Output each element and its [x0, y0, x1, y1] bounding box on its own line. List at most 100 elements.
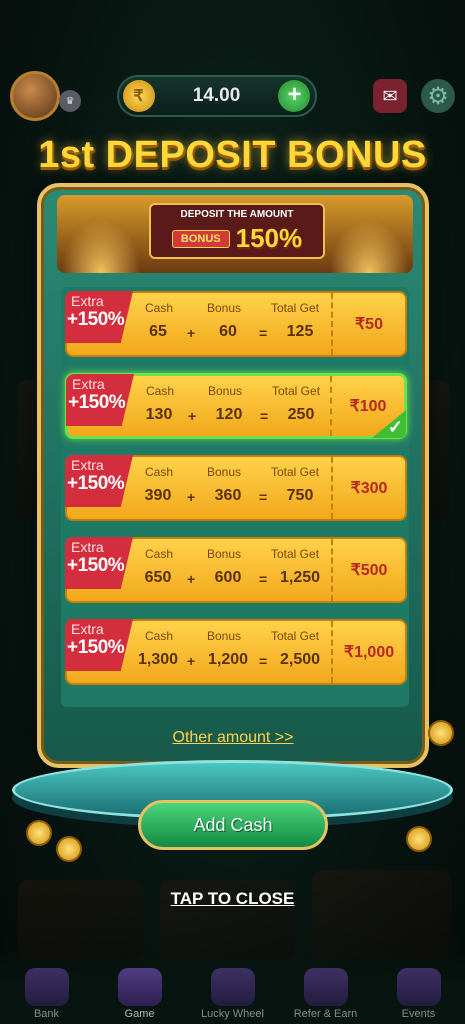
promo-banner: DEPOSIT THE AMOUNT BONUS 150% — [57, 195, 413, 273]
bonus-header: Bonus — [207, 301, 242, 315]
offer-row[interactable]: Extra +150% Cash Bonus Total Get 65 + 60… — [65, 291, 407, 357]
coin-icon — [26, 820, 52, 846]
cash-header: Cash — [145, 629, 174, 643]
balance-pill: ₹ 14.00 + — [116, 75, 317, 117]
coin-icon: ₹ — [122, 80, 155, 112]
nav-label: Lucky Wheel — [201, 1008, 264, 1020]
equals-operator: = — [259, 325, 268, 341]
banner-characters-right — [329, 219, 409, 273]
total-value: 750 — [286, 487, 314, 504]
banner-percent: 150% — [235, 223, 303, 253]
nav-item[interactable]: Refer & Earn — [283, 968, 369, 1020]
cash-value: 1,300 — [137, 651, 179, 668]
top-bar: ♛ ₹ 14.00 + ✉ ⚙ — [0, 62, 465, 130]
total-header: Total Get — [271, 301, 320, 315]
cash-value: 130 — [145, 406, 173, 423]
bonus-value: 60 — [219, 323, 237, 340]
offer-details: Extra +150% Cash Bonus Total Get 1,300 +… — [65, 619, 333, 683]
extra-percent: +150% — [67, 555, 125, 576]
nav-item[interactable]: Events — [376, 968, 462, 1020]
extra-label: Extra — [72, 376, 105, 392]
vip-icon: ♛ — [59, 90, 81, 112]
bonus-header: Bonus — [207, 465, 242, 479]
cash-header: Cash — [145, 547, 174, 561]
total-value: 125 — [286, 323, 314, 340]
plus-operator: + — [187, 325, 196, 341]
offer-row[interactable]: Extra +150% Cash Bonus Total Get 650 + 6… — [65, 537, 407, 603]
price-button[interactable]: ₹300 — [333, 457, 405, 519]
price-label: ₹300 — [350, 480, 388, 497]
nav-label: Bank — [33, 1008, 60, 1020]
bonus-value: 120 — [215, 406, 243, 423]
bonus-header: Bonus — [208, 384, 243, 398]
equals-operator: = — [259, 653, 268, 669]
extra-tag: Extra +150% — [66, 374, 134, 426]
offer-details: Extra +150% Cash Bonus Total Get 650 + 6… — [65, 537, 333, 601]
add-balance-button[interactable]: + — [278, 80, 311, 112]
inbox-icon[interactable]: ✉ — [373, 79, 407, 113]
offer-row[interactable]: Extra +150% Cash Bonus Total Get 130 + 1… — [65, 373, 407, 439]
price-button[interactable]: ₹100 ✓ — [332, 376, 406, 438]
add-cash-button[interactable]: Add Cash — [138, 800, 328, 850]
price-label: ₹500 — [350, 562, 388, 579]
bonus-header: Bonus — [207, 629, 242, 643]
offer-row[interactable]: Extra +150% Cash Bonus Total Get 1,300 +… — [65, 619, 407, 685]
banner-characters-left — [61, 219, 141, 273]
cash-header: Cash — [145, 301, 174, 315]
extra-label: Extra — [71, 293, 104, 309]
tap-to-close-link[interactable]: TAP TO CLOSE — [0, 889, 465, 909]
offer-details: Extra +150% Cash Bonus Total Get 390 + 3… — [65, 455, 333, 519]
extra-percent: +150% — [68, 392, 126, 413]
nav-item[interactable]: Lucky Wheel — [190, 968, 276, 1020]
total-header: Total Get — [271, 629, 320, 643]
gift-icon — [396, 968, 441, 1006]
top-right-actions: ✉ ⚙ — [373, 79, 455, 113]
offer-details: Extra +150% Cash Bonus Total Get 130 + 1… — [66, 374, 332, 436]
price-label: ₹100 — [349, 398, 387, 415]
nav-label: Events — [401, 1008, 436, 1020]
extra-percent: +150% — [67, 637, 125, 658]
total-header: Total Get — [271, 547, 320, 561]
refer-icon — [303, 968, 348, 1006]
coin-icon — [406, 826, 432, 852]
extra-tag: Extra +150% — [65, 291, 133, 343]
coin-icon — [428, 720, 454, 746]
price-button[interactable]: ₹50 — [333, 293, 405, 355]
nav-label: Game — [124, 1008, 155, 1020]
equals-operator: = — [259, 489, 268, 505]
extra-label: Extra — [71, 539, 104, 555]
bottom-nav: Bank Game Lucky Wheel Refer & Earn Event… — [0, 950, 465, 1024]
nav-item[interactable]: Game — [97, 968, 183, 1020]
extra-percent: +150% — [67, 309, 125, 330]
cash-value: 650 — [144, 569, 172, 586]
total-header: Total Get — [271, 465, 320, 479]
price-button[interactable]: ₹500 — [333, 539, 405, 601]
offer-list: Extra +150% Cash Bonus Total Get 65 + 60… — [61, 287, 409, 707]
banner-caption: DEPOSIT THE AMOUNT — [180, 209, 294, 220]
bonus-value: 600 — [214, 569, 242, 586]
cash-header: Cash — [146, 384, 175, 398]
nav-item[interactable]: Bank — [4, 968, 90, 1020]
bonus-value: 360 — [214, 487, 242, 504]
balance-value: 14.00 — [192, 85, 241, 106]
price-button[interactable]: ₹1,000 — [333, 621, 405, 683]
extra-tag: Extra +150% — [65, 619, 133, 671]
plus-operator: + — [187, 571, 196, 587]
gear-icon[interactable]: ⚙ — [421, 79, 455, 113]
slot-777-icon — [117, 968, 162, 1006]
plus-operator: + — [188, 408, 197, 424]
extra-tag: Extra +150% — [65, 537, 133, 589]
equals-operator: = — [259, 571, 268, 587]
plus-operator: + — [187, 489, 196, 505]
total-value: 250 — [287, 406, 315, 423]
other-amount-link[interactable]: Other amount >> — [41, 729, 425, 747]
cash-value: 65 — [149, 323, 167, 340]
equals-operator: = — [260, 408, 269, 424]
offer-row[interactable]: Extra +150% Cash Bonus Total Get 390 + 3… — [65, 455, 407, 521]
bonus-header: Bonus — [207, 547, 242, 561]
nav-label: Refer & Earn — [293, 1008, 358, 1020]
offer-details: Extra +150% Cash Bonus Total Get 65 + 60… — [65, 291, 333, 355]
banner-bonus-tag: BONUS — [171, 229, 230, 248]
avatar[interactable]: ♛ — [10, 71, 81, 121]
page-title: 1st DEPOSIT BONUS — [38, 134, 427, 176]
